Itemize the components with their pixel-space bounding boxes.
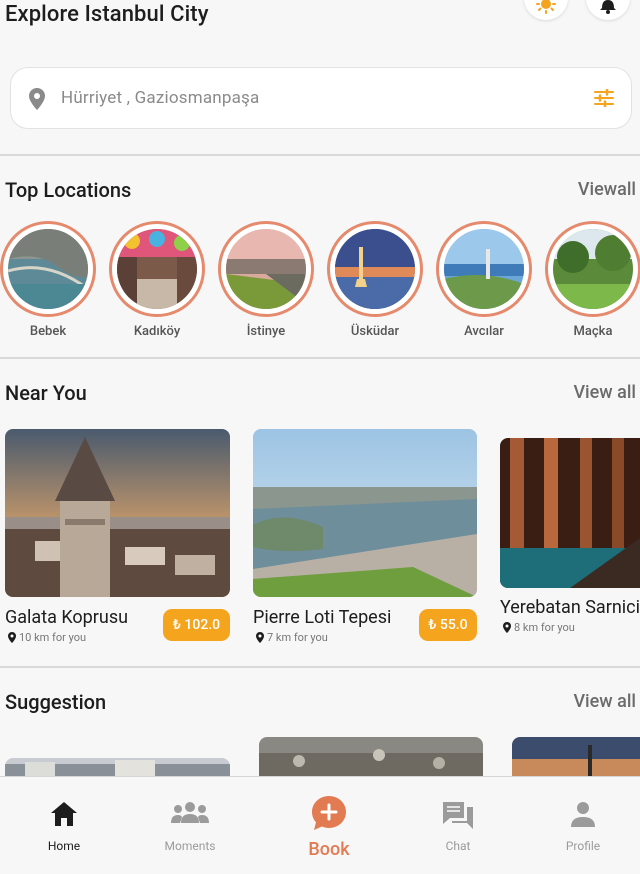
place-name: Galata Koprusu xyxy=(5,607,129,628)
nav-book[interactable]: Book xyxy=(265,777,393,874)
location-label: Maçka xyxy=(573,324,613,339)
location-item-uskudar[interactable]: Üsküdar xyxy=(327,221,423,339)
page-title: Explore Istanbul City xyxy=(5,2,209,27)
chat-bubbles-icon xyxy=(443,802,473,829)
place-distance: 8 km for you xyxy=(514,621,575,634)
add-chat-bubble-icon xyxy=(312,796,346,830)
location-label: İstinye xyxy=(246,324,286,339)
theme-toggle-button[interactable] xyxy=(524,0,568,20)
location-image xyxy=(335,229,415,309)
place-name: Pierre Loti Tepesi xyxy=(253,607,392,628)
place-card-galata[interactable]: Galata Koprusu 10 km for you ₺ 102.0 xyxy=(5,429,230,649)
section-divider xyxy=(0,154,640,156)
place-image xyxy=(253,429,477,597)
place-image xyxy=(500,438,640,588)
location-item-avcilar[interactable]: Avcılar xyxy=(436,221,532,339)
location-pin-icon xyxy=(29,88,45,110)
location-item-macka[interactable]: Maçka xyxy=(545,221,640,339)
price-badge[interactable]: ₺ 55.0 xyxy=(419,609,477,641)
location-image xyxy=(117,229,197,309)
suggestion-card[interactable] xyxy=(512,737,640,776)
place-image xyxy=(5,429,230,597)
nav-chat[interactable]: Chat xyxy=(394,777,522,874)
person-icon xyxy=(571,802,595,827)
near-you-view-all-link[interactable]: View all xyxy=(573,382,636,403)
near-you-title: Near You xyxy=(5,381,87,405)
nav-profile-label: Profile xyxy=(565,839,601,853)
top-locations-title: Top Locations xyxy=(5,178,132,202)
location-image xyxy=(226,229,306,309)
location-image xyxy=(444,229,524,309)
location-item-kadikoy[interactable]: Kadıköy xyxy=(109,221,205,339)
nav-home-label: Home xyxy=(47,839,81,853)
place-card-yerebatan[interactable]: Yerebatan Sarnici 8 km for you xyxy=(500,438,640,638)
suggestion-title: Suggestion xyxy=(5,690,107,714)
location-pin-icon xyxy=(256,632,264,643)
suggestion-card[interactable] xyxy=(5,758,230,776)
notifications-button[interactable] xyxy=(586,0,630,20)
group-people-icon xyxy=(171,802,209,823)
section-divider xyxy=(0,666,640,668)
location-label: Avcılar xyxy=(464,324,504,339)
home-icon xyxy=(51,802,77,826)
search-input[interactable]: Hürriyet , Gaziosmanpaşa xyxy=(61,88,259,108)
place-name: Yerebatan Sarnici xyxy=(500,597,640,618)
location-pin-icon xyxy=(8,632,16,643)
location-pin-icon xyxy=(503,622,511,633)
nav-moments[interactable]: Moments xyxy=(126,777,254,874)
nav-book-label: Book xyxy=(308,839,350,860)
bell-icon xyxy=(600,0,616,14)
location-label: Bebek xyxy=(29,324,67,339)
nav-moments-label: Moments xyxy=(164,839,216,853)
location-label: Üsküdar xyxy=(350,324,400,339)
nav-chat-label: Chat xyxy=(445,839,471,853)
location-label: Kadıköy xyxy=(133,324,181,339)
top-locations-view-all-link[interactable]: Viewall xyxy=(578,179,636,200)
suggestion-view-all-link[interactable]: View all xyxy=(573,691,636,712)
bottom-navigation-bar: Home Moments Book Chat Profile xyxy=(0,776,640,874)
location-item-istinye[interactable]: İstinye xyxy=(218,221,314,339)
nav-home[interactable]: Home xyxy=(0,777,128,874)
price-badge[interactable]: ₺ 102.0 xyxy=(163,609,230,641)
place-distance: 7 km for you xyxy=(267,631,328,644)
suggestion-card[interactable] xyxy=(259,737,483,776)
place-card-pierre-loti[interactable]: Pierre Loti Tepesi 7 km for you ₺ 55.0 xyxy=(253,429,477,649)
filter-sliders-icon[interactable] xyxy=(594,89,614,107)
location-item-bebek[interactable]: Bebek xyxy=(0,221,96,339)
location-image xyxy=(553,229,633,309)
sun-icon xyxy=(536,0,556,14)
location-image xyxy=(8,229,88,309)
section-divider xyxy=(0,357,640,359)
app-screen: Explore Istanbul City Hürriyet , Gaziosm… xyxy=(0,0,640,874)
location-search-bar[interactable]: Hürriyet , Gaziosmanpaşa xyxy=(10,67,632,129)
place-distance: 10 km for you xyxy=(19,631,87,644)
nav-profile[interactable]: Profile xyxy=(519,777,640,874)
